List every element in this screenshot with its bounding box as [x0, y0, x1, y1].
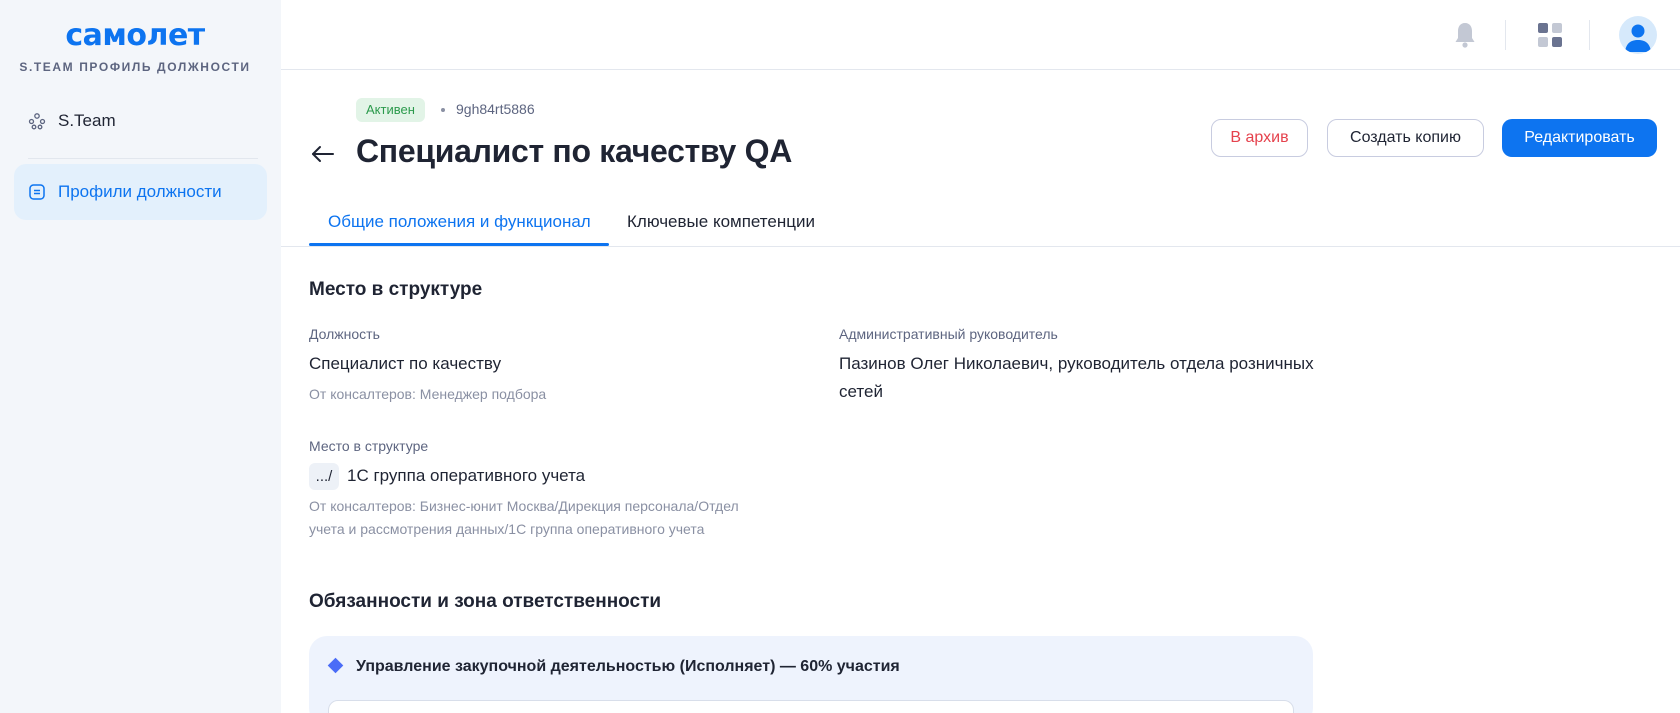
manager-label: Административный руководитель — [839, 326, 1058, 342]
responsibility-title: Управление закупочной деятельностью (Исп… — [356, 658, 900, 675]
avatar[interactable] — [1619, 16, 1657, 54]
sidebar-divider — [28, 158, 258, 159]
logo-text: самолет — [65, 18, 205, 53]
status-badge: Активен — [356, 98, 425, 122]
archive-button[interactable]: В архив — [1211, 119, 1308, 157]
profile-id: 9gh84rt5886 — [456, 101, 535, 117]
logo-subtitle: S.TEAM ПРОФИЛЬ ДОЛЖНОСТИ — [19, 60, 251, 74]
responsibility-inner-panel — [328, 700, 1294, 713]
sidebar-item-label: Профили должности — [58, 182, 222, 201]
brand-logo[interactable]: самолет S.TEAM ПРОФИЛЬ ДОЛЖНОСТИ — [0, 16, 270, 74]
edit-button[interactable]: Редактировать — [1502, 119, 1657, 157]
document-list-icon — [28, 183, 46, 201]
section-title-responsibilities: Обязанности и зона ответственности — [309, 591, 662, 612]
bell-icon[interactable] — [1451, 20, 1479, 50]
sidebar-item-label: S.Team — [58, 111, 116, 130]
responsibility-card[interactable]: Управление закупочной деятельностью (Исп… — [309, 636, 1313, 713]
topbar — [281, 0, 1680, 70]
place-hint-line1: От консалтеров: Бизнес-юнит Москва/Дирек… — [309, 498, 739, 514]
sidebar: самолет S.TEAM ПРОФИЛЬ ДОЛЖНОСТИ S.Team … — [0, 0, 281, 713]
apps-grid-icon[interactable] — [1537, 22, 1563, 48]
path-expand-chip[interactable]: .../ — [309, 463, 339, 490]
sidebar-item-s-team[interactable]: S.Team — [14, 93, 267, 149]
tab-general[interactable]: Общие положения и функционал — [328, 212, 591, 232]
separator-dot — [441, 108, 445, 112]
section-title-structure: Место в структуре — [309, 279, 483, 300]
tab-competencies[interactable]: Ключевые компетенции — [627, 212, 815, 232]
topbar-separator — [1589, 20, 1590, 50]
team-icon — [28, 112, 46, 130]
place-value: 1С группа оперативного учета — [347, 466, 586, 485]
position-label: Должность — [309, 326, 380, 342]
sidebar-item-profiles[interactable]: Профили должности — [14, 164, 267, 220]
position-hint: От консалтеров: Менеджер подбора — [309, 386, 547, 402]
topbar-separator — [1505, 20, 1506, 50]
create-copy-button[interactable]: Создать копию — [1327, 119, 1484, 157]
tabs-divider — [281, 246, 1680, 247]
back-arrow-icon[interactable] — [310, 141, 336, 167]
place-hint-line2: учета и рассмотрения данных/1С группа оп… — [309, 521, 705, 537]
diamond-icon — [327, 657, 344, 674]
manager-value-line2: сетей — [839, 382, 883, 401]
manager-value-line1: Пазинов Олег Николаевич, руководитель от… — [839, 354, 1314, 373]
page-title: Специалист по качеству QA — [356, 133, 793, 169]
position-value: Специалист по качеству — [309, 354, 502, 373]
place-label: Место в структуре — [309, 438, 429, 454]
